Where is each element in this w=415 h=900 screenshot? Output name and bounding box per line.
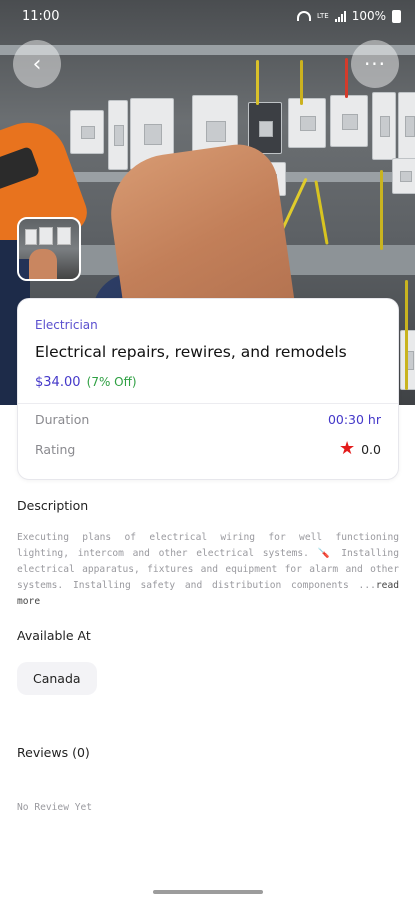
breaker	[372, 92, 396, 160]
status-icons: LTE 100%	[297, 9, 401, 23]
battery-icon	[392, 9, 401, 23]
status-time: 11:00	[22, 8, 60, 24]
more-options-button[interactable]: ···	[351, 40, 399, 88]
service-title: Electrical repairs, rewires, and remodel…	[35, 343, 347, 361]
breaker	[108, 100, 128, 170]
network-type: LTE	[317, 11, 329, 20]
battery-percent: 100%	[351, 9, 386, 23]
duration-label: Duration	[35, 412, 90, 427]
breaker	[288, 98, 326, 148]
rating-display: ★ 0.0	[338, 438, 381, 459]
divider	[18, 403, 398, 404]
chevron-left-icon: ‹	[32, 51, 42, 77]
discount-badge: (7% Off)	[86, 375, 137, 389]
breaker	[330, 95, 368, 147]
star-icon: ★	[338, 438, 356, 459]
service-info-card: Electrician Electrical repairs, rewires,…	[17, 298, 399, 480]
price-row: $34.00 (7% Off)	[35, 375, 137, 390]
breaker	[70, 110, 104, 154]
description-body: Executing plans of electrical wiring for…	[17, 532, 399, 591]
back-button[interactable]: ‹	[13, 40, 61, 88]
signal-icon	[334, 10, 346, 22]
available-heading: Available At	[17, 628, 91, 643]
empty-reviews-text: No Review Yet	[17, 802, 93, 813]
wire	[314, 180, 329, 245]
rating-value: 0.0	[361, 441, 381, 457]
more-horizontal-icon: ···	[363, 52, 387, 76]
reviews-heading: Reviews (0)	[17, 745, 90, 760]
breaker	[398, 92, 415, 160]
status-bar: 11:00 LTE 100%	[0, 0, 415, 32]
service-category[interactable]: Electrician	[35, 318, 98, 332]
breaker	[248, 102, 282, 154]
wire	[256, 60, 259, 105]
description-heading: Description	[17, 498, 89, 513]
rating-label: Rating	[35, 442, 76, 457]
breaker	[392, 158, 415, 194]
gallery-thumbnail[interactable]	[17, 217, 81, 281]
location-chip[interactable]: Canada	[17, 662, 97, 695]
wire	[300, 60, 303, 105]
wifi-icon	[297, 11, 312, 21]
duration-value: 00:30 hr	[327, 412, 381, 427]
wire	[405, 280, 408, 390]
wire	[380, 170, 383, 250]
description-text: Executing plans of electrical wiring for…	[17, 530, 399, 610]
wire	[345, 58, 348, 98]
service-price: $34.00	[35, 375, 81, 390]
home-indicator[interactable]	[153, 890, 263, 894]
